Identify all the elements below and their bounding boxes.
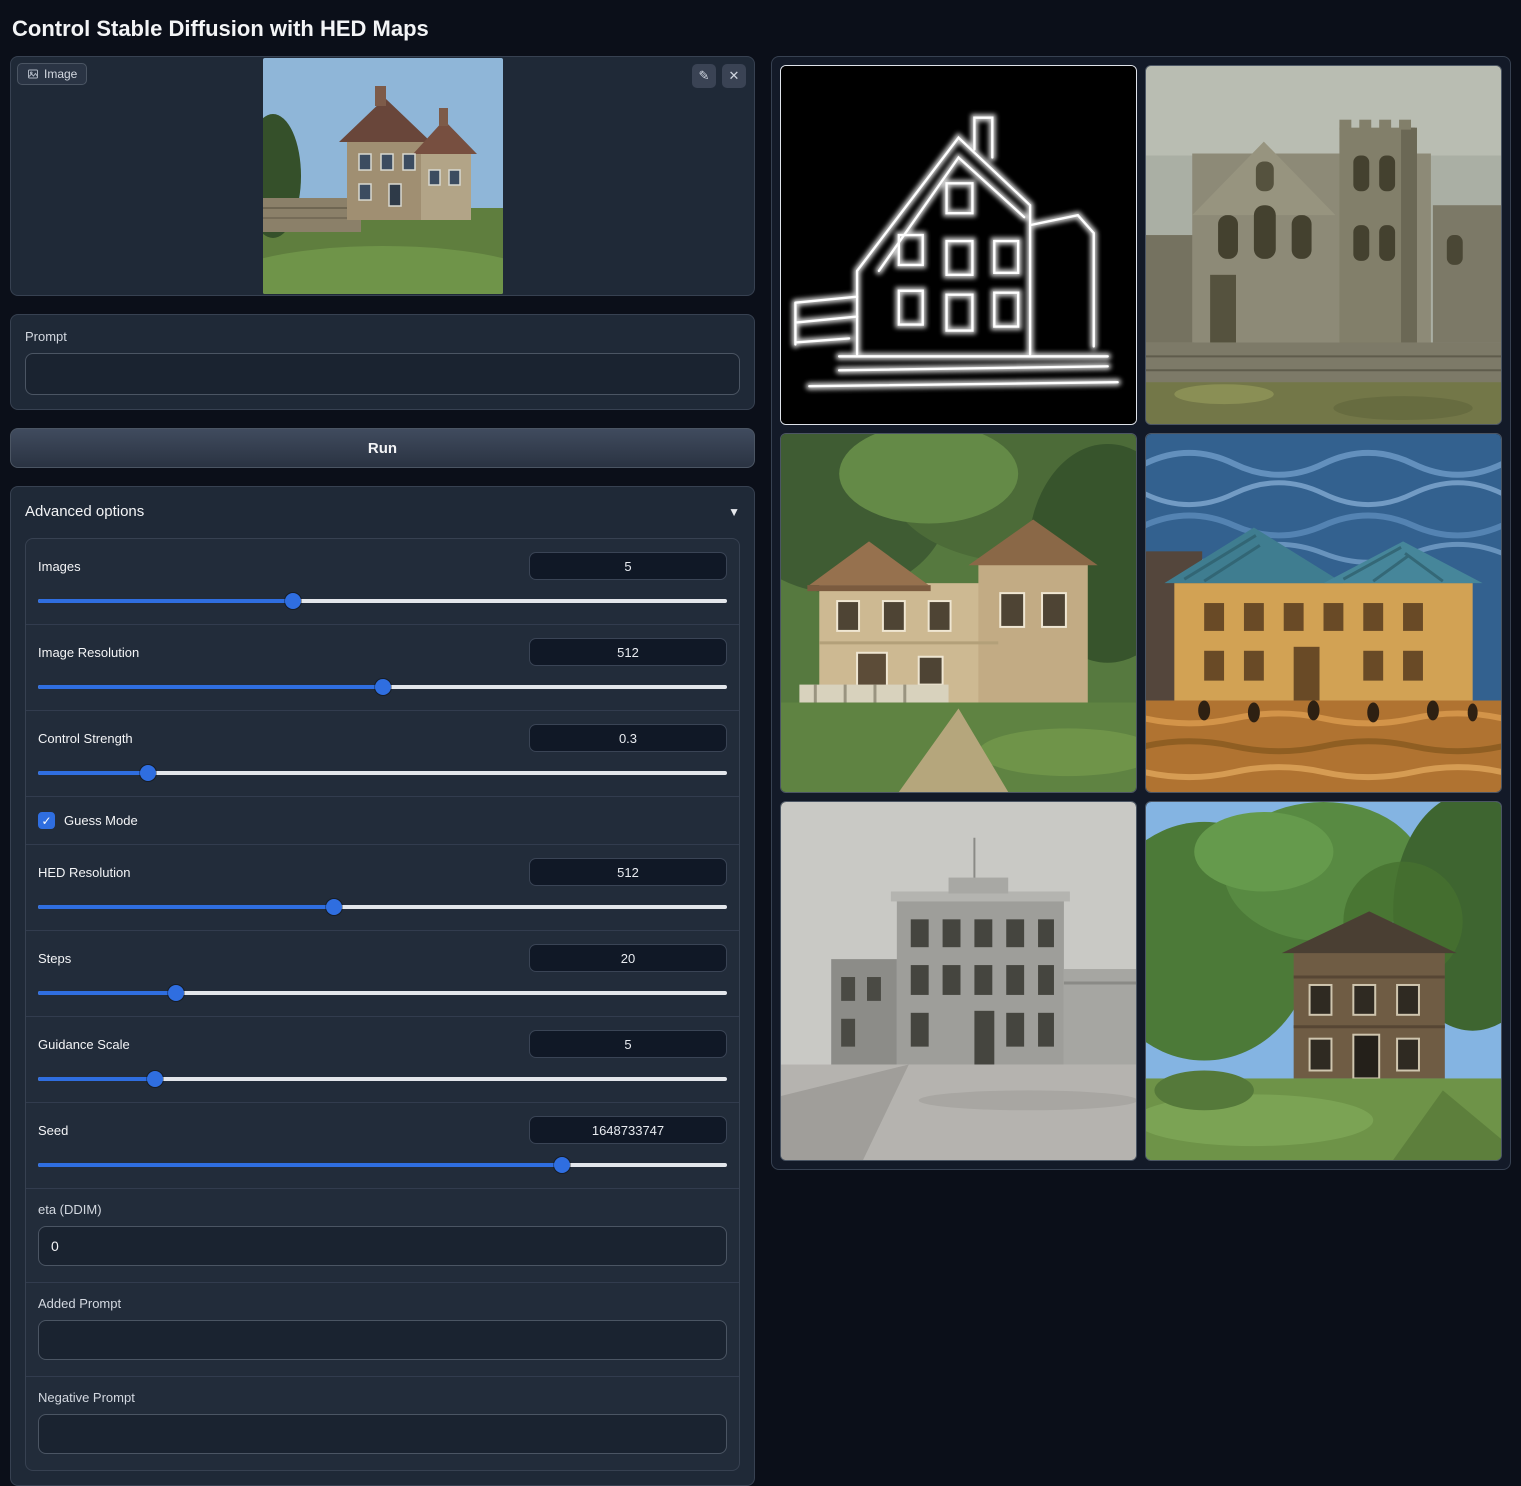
run-button[interactable]: Run [10,428,755,468]
output-gallery [771,56,1511,1170]
added-prompt-input[interactable] [38,1320,727,1360]
input-image-panel[interactable]: Image ✎ ✕ [10,56,755,296]
prompt-input[interactable] [25,353,740,395]
chevron-down-icon: ▼ [728,505,740,519]
guidance-scale-value-input[interactable] [529,1030,727,1058]
gallery-item-wooden-house[interactable] [780,433,1137,793]
guidance-scale-slider-row: Guidance Scale [26,1016,739,1102]
steps-slider-thumb[interactable] [168,985,184,1001]
main-layout: Image ✎ ✕ [10,56,1511,1486]
house-photo-image [263,58,503,294]
image-resolution-value-input[interactable] [529,638,727,666]
clear-image-button[interactable]: ✕ [722,64,746,88]
seed-slider-thumb[interactable] [554,1157,570,1173]
added-prompt-row: Added Prompt [26,1282,739,1376]
gallery-item-house-in-trees[interactable] [1145,801,1502,1161]
images-value-input[interactable] [529,552,727,580]
guess-mode-label: Guess Mode [64,813,138,828]
steps-slider-row: Steps [26,930,739,1016]
seed-value-input[interactable] [529,1116,727,1144]
gallery-item-van-gogh-style[interactable] [1145,433,1502,793]
seed-slider-label: Seed [38,1123,68,1138]
edit-image-button[interactable]: ✎ [692,64,716,88]
guidance-scale-slider-track[interactable] [38,1071,727,1087]
prompt-label: Prompt [25,329,740,344]
image-panel-tools: ✎ ✕ [692,64,746,88]
left-column: Image ✎ ✕ [10,56,755,1486]
control-strength-slider-row: Control Strength [26,710,739,796]
negative-prompt-label: Negative Prompt [38,1390,727,1405]
steps-slider-label: Steps [38,951,71,966]
uploaded-house-photo[interactable] [263,58,503,294]
eta-label: eta (DDIM) [38,1202,727,1217]
steps-value-input[interactable] [529,944,727,972]
control-strength-slider-thumb[interactable] [140,765,156,781]
image-resolution-slider-label: Image Resolution [38,645,139,660]
guidance-scale-slider-thumb[interactable] [147,1071,163,1087]
images-slider-label: Images [38,559,81,574]
advanced-options-title: Advanced options [25,503,144,520]
added-prompt-label: Added Prompt [38,1296,727,1311]
gallery-item-hed-edge-map[interactable] [780,65,1137,425]
stone-cathedral-image [1146,66,1501,424]
guess-mode-checkbox[interactable]: ✓ [38,812,55,829]
hed-edge-map-image [781,66,1136,424]
images-slider-track[interactable] [38,593,727,609]
hed-resolution-value-input[interactable] [529,858,727,886]
control-strength-value-input[interactable] [529,724,727,752]
house-in-trees-image [1146,802,1501,1160]
wooden-house-image [781,434,1136,792]
control-strength-slider-track[interactable] [38,765,727,781]
hed-resolution-slider-row: HED Resolution [26,844,739,930]
guidance-scale-slider-label: Guidance Scale [38,1037,130,1052]
hed-resolution-slider-label: HED Resolution [38,865,131,880]
image-resolution-slider-row: Image Resolution [26,624,739,710]
negative-prompt-row: Negative Prompt [26,1376,739,1470]
advanced-options-panel: Advanced options ▼ Images [10,486,755,1486]
images-slider-thumb[interactable] [285,593,301,609]
advanced-controls-group: Images Image Resolution [25,538,740,1471]
guess-mode-row[interactable]: ✓ Guess Mode [26,796,739,844]
gallery-item-bw-building[interactable] [780,801,1137,1161]
page-title: Control Stable Diffusion with HED Maps [10,10,1511,56]
images-slider-row: Images [26,539,739,624]
seed-slider-track[interactable] [38,1157,727,1173]
seed-slider-row: Seed [26,1102,739,1188]
eta-row: eta (DDIM) [26,1188,739,1282]
prompt-panel: Prompt [10,314,755,410]
eta-input[interactable] [38,1226,727,1266]
gallery-item-stone-cathedral[interactable] [1145,65,1502,425]
control-strength-slider-label: Control Strength [38,731,133,746]
hed-resolution-slider-thumb[interactable] [326,899,342,915]
image-resolution-slider-track[interactable] [38,679,727,695]
bw-building-image [781,802,1136,1160]
image-resolution-slider-thumb[interactable] [375,679,391,695]
image-icon [27,68,39,80]
hed-resolution-slider-track[interactable] [38,899,727,915]
advanced-options-header[interactable]: Advanced options ▼ [11,487,754,536]
image-label-badge: Image [17,63,87,85]
van-gogh-style-image [1146,434,1501,792]
steps-slider-track[interactable] [38,985,727,1001]
image-label: Image [44,67,77,81]
right-column [771,56,1511,1170]
negative-prompt-input[interactable] [38,1414,727,1454]
